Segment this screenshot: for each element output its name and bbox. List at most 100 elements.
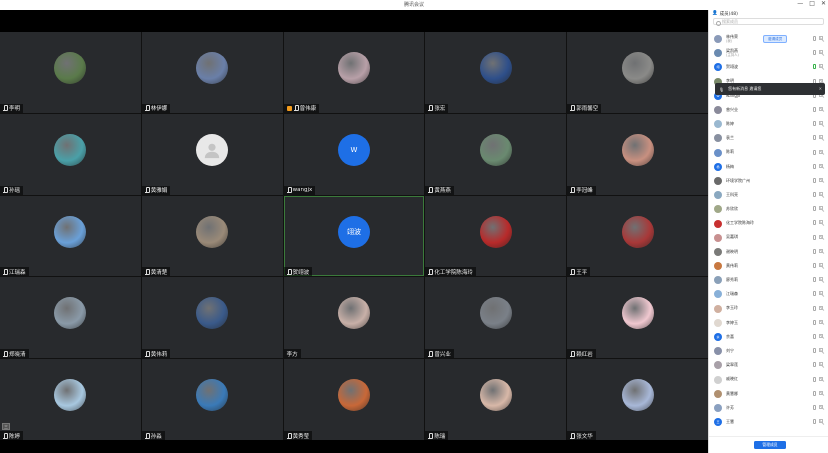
member-row[interactable]: 陈婷 [709, 117, 828, 131]
member-mic-icon[interactable] [813, 106, 816, 112]
member-camera-icon[interactable] [819, 78, 823, 83]
video-tile[interactable]: 黄秀莹 [283, 359, 425, 440]
member-camera-icon[interactable] [819, 277, 823, 282]
video-tile[interactable]: 赖红岩 [567, 277, 708, 359]
video-tile[interactable]: 江瑞森 [0, 195, 141, 277]
screen-toggle-button[interactable]: 三 [2, 423, 10, 430]
member-mic-icon[interactable] [813, 234, 816, 240]
member-mic-icon[interactable] [813, 263, 816, 268]
member-camera-icon[interactable] [819, 348, 823, 353]
video-tile[interactable]: 翊波 贺翊波 [283, 195, 425, 277]
member-mic-icon[interactable] [813, 348, 816, 354]
member-mic-icon[interactable] [813, 220, 816, 226]
member-row[interactable]: 苏欣欣 [709, 202, 828, 216]
video-tile[interactable]: 三陈婷 [0, 359, 141, 440]
member-row[interactable]: 袁兰 [709, 131, 828, 145]
member-mic-icon[interactable] [813, 64, 816, 70]
video-tile[interactable]: 黄清楚 [141, 195, 283, 277]
video-tile[interactable]: 黄燕燕 [425, 113, 567, 195]
maximize-button[interactable]: □ [809, 0, 815, 7]
video-tile[interactable]: 陈瑞 [425, 359, 567, 440]
member-mic-icon[interactable] [813, 192, 816, 198]
video-tile[interactable]: 黄雅娟 [141, 113, 283, 195]
member-row[interactable]: 李婷玉 [709, 316, 828, 330]
member-camera-icon[interactable] [819, 333, 823, 338]
video-tile[interactable]: 张文华 [567, 359, 708, 440]
video-tile[interactable]: 化工学院陈海玲 [425, 195, 567, 277]
member-mic-icon[interactable] [813, 149, 816, 155]
video-tile[interactable]: 郭雨馨空 [567, 32, 708, 113]
video-tile[interactable]: 李方 [283, 277, 425, 359]
video-tile[interactable]: 林伊娜 [141, 32, 283, 113]
member-row[interactable]: 刘宁 [709, 344, 828, 358]
member-mic-icon[interactable] [813, 390, 816, 396]
member-camera-icon[interactable] [819, 419, 823, 424]
member-search-input[interactable]: 搜索成员 [713, 18, 824, 26]
member-camera-icon[interactable] [819, 177, 823, 182]
member-mic-icon[interactable] [813, 135, 816, 141]
member-mic-icon[interactable] [813, 177, 816, 183]
member-row[interactable]: 余余喜 [709, 330, 828, 344]
member-camera-icon[interactable] [819, 404, 823, 409]
close-button[interactable]: ✕ [821, 0, 826, 7]
video-tile[interactable]: 曾兴业 [425, 277, 567, 359]
member-camera-icon[interactable] [819, 319, 823, 324]
member-camera-icon[interactable] [819, 64, 823, 69]
member-camera-icon[interactable] [819, 220, 823, 225]
member-camera-icon[interactable] [819, 192, 823, 197]
member-camera-icon[interactable] [819, 149, 823, 154]
member-camera-icon[interactable] [819, 390, 823, 395]
member-mic-icon[interactable] [813, 362, 816, 368]
member-camera-icon[interactable] [819, 263, 823, 267]
member-row[interactable]: 吴嘉琪 [709, 231, 828, 245]
minimize-button[interactable]: — [797, 0, 803, 7]
member-row[interactable]: 黄伟莉 [709, 259, 828, 273]
member-camera-icon[interactable] [819, 135, 823, 140]
video-tile[interactable]: 孙瑶 [0, 113, 141, 195]
member-row[interactable]: 王王慧 [709, 415, 828, 429]
member-camera-icon[interactable] [819, 121, 823, 126]
member-row[interactable]: 曾兴业 [709, 103, 828, 117]
member-mic-icon[interactable] [813, 248, 816, 254]
member-row[interactable]: 陈莉 [709, 146, 828, 160]
member-row[interactable]: 李玉玲 [709, 302, 828, 316]
member-camera-icon[interactable] [819, 36, 823, 40]
member-row[interactable]: 环境学院广州 [709, 174, 828, 188]
video-tile[interactable]: 李冠峰 [567, 113, 708, 195]
member-mic-icon[interactable] [813, 291, 816, 297]
member-mic-icon[interactable] [813, 419, 816, 425]
member-mic-icon[interactable] [813, 277, 816, 283]
member-camera-icon[interactable] [819, 206, 823, 211]
member-row[interactable]: 王科亮 [709, 188, 828, 202]
member-row[interactable]: 梁凯燕 (主持人) [709, 46, 828, 60]
member-camera-icon[interactable] [819, 376, 823, 381]
member-camera-icon[interactable] [819, 234, 823, 239]
member-mic-icon[interactable] [813, 50, 816, 56]
member-mic-icon[interactable] [813, 163, 816, 169]
member-mic-icon[interactable] [813, 36, 816, 41]
member-mic-icon[interactable] [813, 404, 816, 410]
member-mic-icon[interactable] [813, 206, 816, 212]
video-tile[interactable]: Wwangjx [283, 113, 425, 195]
member-row[interactable]: 谢映明 [709, 245, 828, 259]
video-tile[interactable]: 张宏 [425, 32, 567, 113]
video-tile[interactable]: 郑晓清 [0, 277, 141, 359]
member-camera-icon[interactable] [819, 163, 823, 168]
member-row[interactable]: 化工学院陈海玲 [709, 216, 828, 230]
video-tile[interactable]: 李明 [0, 32, 141, 113]
member-row[interactable]: 翊贺翊波 [709, 60, 828, 74]
member-row[interactable]: 杨杨梅 [709, 160, 828, 174]
member-mic-icon[interactable] [813, 121, 816, 127]
member-mic-icon[interactable] [813, 376, 816, 382]
member-camera-icon[interactable] [819, 248, 823, 253]
member-camera-icon[interactable] [819, 106, 823, 111]
member-row[interactable]: 许芳 [709, 401, 828, 415]
member-camera-icon[interactable] [819, 305, 823, 310]
video-tile[interactable]: 孙淼 [141, 359, 283, 440]
member-row[interactable]: 梁翠莲 [709, 358, 828, 372]
video-tile[interactable]: 曾伟康 [283, 32, 425, 113]
video-tile[interactable]: 黄伟莉 [141, 277, 283, 359]
video-tile[interactable]: 王平 [567, 195, 708, 277]
member-row[interactable]: 黄慧娜 [709, 387, 828, 401]
member-camera-icon[interactable] [819, 291, 823, 296]
